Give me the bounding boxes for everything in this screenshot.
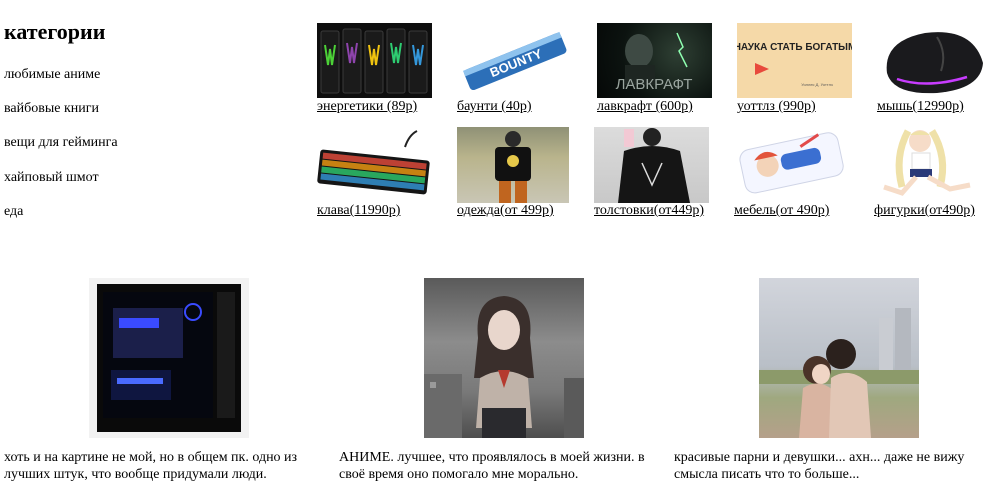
energy-drink-image[interactable]	[317, 23, 432, 98]
product-card: толстовки(от449р)	[594, 127, 719, 222]
product-card: ЛАВКРАФТ лавкрафт (600р)	[597, 23, 717, 118]
product-link-mouse[interactable]: мышь(12990р)	[877, 99, 964, 115]
feature-card: хоть и на картине не мой, но в общем пк.…	[4, 278, 330, 488]
gaming-pc-image	[89, 278, 249, 438]
feature-card: АНИМЕ. лучшее, что проявлялось в моей жи…	[339, 278, 665, 500]
category-item[interactable]: еда	[4, 195, 304, 229]
product-link-figure[interactable]: фигурки(от490р)	[874, 203, 975, 219]
product-link-bounty[interactable]: баунти (40р)	[457, 99, 532, 115]
category-item[interactable]: вайбовые книги	[4, 92, 304, 126]
couple-image	[759, 278, 919, 438]
lovecraft-image[interactable]: ЛАВКРАФТ	[597, 23, 712, 98]
product-card: энергетики (89р)	[317, 23, 437, 118]
figure-image[interactable]	[874, 127, 986, 203]
product-link-clothes[interactable]: одежда(от 499р)	[457, 203, 554, 219]
hoodie-image[interactable]	[594, 127, 709, 203]
keyboard-image[interactable]	[317, 127, 432, 203]
category-item[interactable]: любимые аниме	[4, 58, 304, 92]
category-item[interactable]: вещи для гейминга	[4, 126, 304, 160]
product-card: НАУКА СТАТЬ БОГАТЫМ Уоллес Д. Уоттлз уот…	[737, 23, 857, 118]
product-card: BOUNTY баунти (40р)	[457, 23, 577, 118]
feature-text: красивые парни и девушки... ахн... даже …	[674, 450, 965, 482]
product-link-hoodie[interactable]: толстовки(от449р)	[594, 203, 704, 219]
clothes-image[interactable]	[457, 127, 569, 203]
product-link-book[interactable]: уоттлз (990р)	[737, 99, 816, 115]
anime-girl-image	[424, 278, 584, 438]
pillow-image[interactable]	[734, 127, 849, 203]
book-image[interactable]: НАУКА СТАТЬ БОГАТЫМ Уоллес Д. Уоттлз	[737, 23, 852, 98]
feature-card: красивые парни и девушки... ахн... даже …	[674, 278, 989, 488]
sidebar-title: категории	[4, 19, 106, 44]
book-cover-title: НАУКА СТАТЬ БОГАТЫМ	[737, 42, 852, 53]
book-cover-author: Уоллес Д. Уоттлз	[801, 82, 833, 87]
category-sidebar: категории любимые аниме вайбовые книги в…	[4, 18, 304, 229]
product-card: фигурки(от490р)	[874, 127, 989, 222]
lovecraft-cover-text: ЛАВКРАФТ	[616, 76, 693, 93]
feature-text: хоть и на картине не мой, но в общем пк.…	[4, 450, 298, 482]
product-link-pillow[interactable]: мебель(от 490р)	[734, 203, 829, 219]
product-card: клава(11990р)	[317, 127, 437, 222]
mouse-image[interactable]	[877, 23, 989, 98]
product-card: мебель(от 490р)	[734, 127, 854, 222]
category-item[interactable]: хайповый шмот	[4, 161, 304, 195]
product-link-keyboard[interactable]: клава(11990р)	[317, 203, 400, 219]
product-link-energy[interactable]: энергетики (89р)	[317, 99, 417, 115]
product-card: одежда(от 499р)	[457, 127, 577, 222]
product-card: мышь(12990р)	[877, 23, 989, 118]
feature-text: АНИМЕ. лучшее, что проявлялось в моей жи…	[339, 450, 645, 482]
product-link-lovecraft[interactable]: лавкрафт (600р)	[597, 99, 693, 115]
bounty-image[interactable]: BOUNTY	[457, 23, 572, 98]
